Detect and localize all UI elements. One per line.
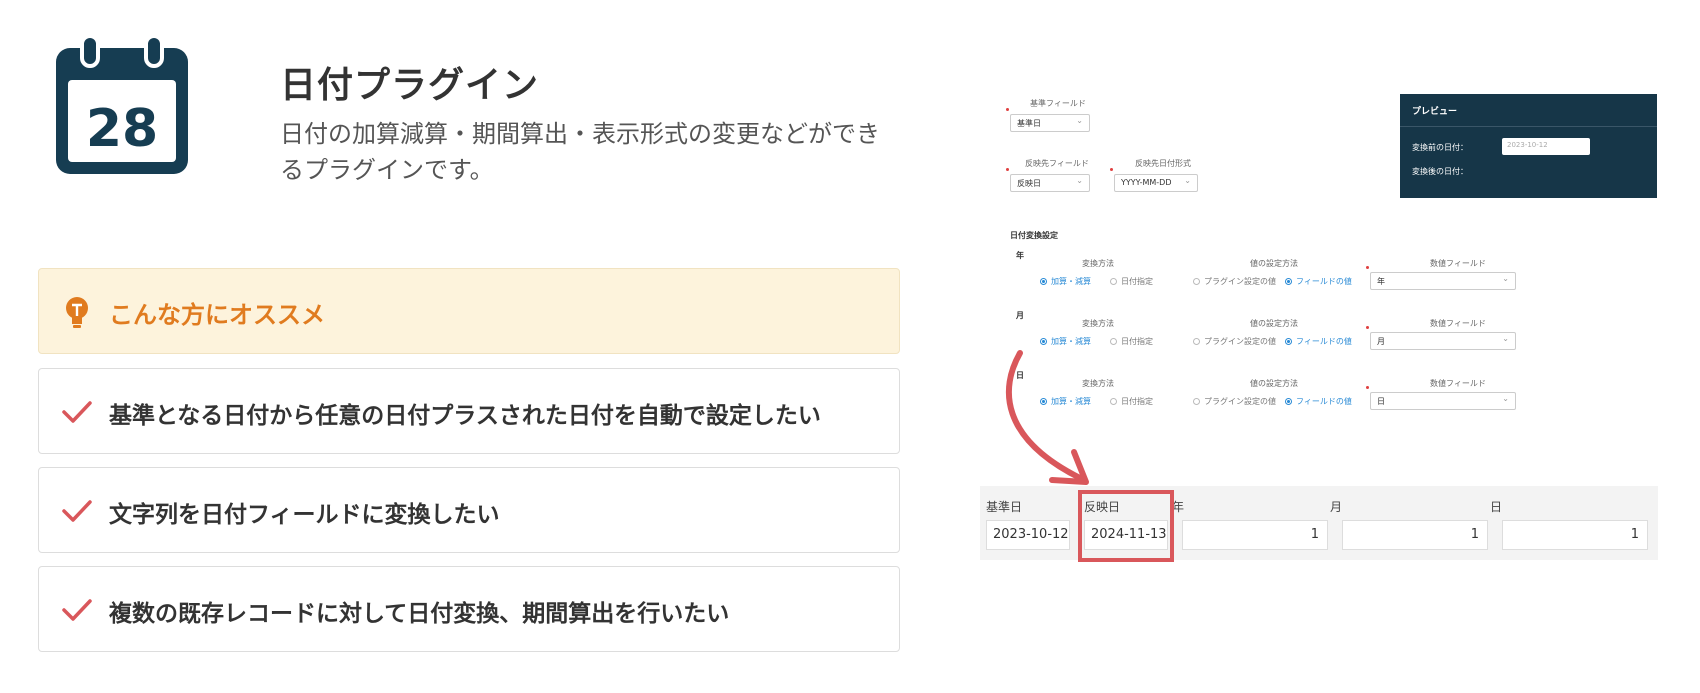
preview-before-input[interactable]: 2023-10-12 [1502, 138, 1590, 155]
recommend-header: こんな方にオススメ [38, 268, 900, 354]
format-select[interactable]: YYYY-MM-DD [1114, 174, 1198, 192]
list-item: 基準となる日付から任意の日付プラスされた日付を自動で設定したい [38, 368, 900, 454]
num-field-select[interactable]: 年 [1370, 272, 1516, 290]
value-method-label: 値の設定方法 [1250, 319, 1298, 328]
page-title: 日付プラグイン [280, 65, 540, 106]
base-field-select[interactable]: 基準日 [1010, 114, 1090, 132]
method-label: 変換方法 [1082, 319, 1114, 328]
num-field-select[interactable]: 日 [1370, 392, 1516, 410]
calendar-icon: 28 [56, 34, 188, 174]
num-field-label: 数値フィールド [1430, 259, 1486, 268]
radio-date-specify[interactable]: 日付指定 [1110, 336, 1153, 347]
preview-before-label: 変換前の日付： [1412, 143, 1468, 152]
preview-panel: プレビュー 変換前の日付： 2023-10-12 変換後の日付： [1400, 94, 1657, 198]
row-unit: 月 [1016, 311, 1024, 320]
column-header: 月 [1330, 500, 1343, 514]
radio-plugin-value[interactable]: プラグイン設定の値 [1193, 276, 1276, 287]
target-field-select[interactable]: 反映日 [1010, 174, 1090, 192]
month-field[interactable]: 1 [1342, 520, 1488, 550]
radio-plugin-value[interactable]: プラグイン設定の値 [1193, 396, 1276, 407]
section-title: 日付変換設定 [1010, 231, 1058, 240]
radio-field-value[interactable]: フィールドの値 [1285, 336, 1352, 347]
highlight-box [1078, 490, 1174, 562]
row-unit: 年 [1016, 251, 1024, 260]
preview-after-label: 変換後の日付： [1412, 167, 1468, 176]
arrow-icon [1005, 350, 1089, 485]
recommend-item-text: 基準となる日付から任意の日付プラスされた日付を自動で設定したい [109, 403, 821, 429]
value-method-label: 値の設定方法 [1250, 379, 1298, 388]
num-field-select[interactable]: 月 [1370, 332, 1516, 350]
base-field-label: 基準フィールド [1030, 99, 1086, 108]
lightbulb-icon [66, 297, 88, 328]
radio-add-subtract[interactable]: 加算・減算 [1040, 276, 1091, 287]
value-method-label: 値の設定方法 [1250, 259, 1298, 268]
radio-field-value[interactable]: フィールドの値 [1285, 276, 1352, 287]
recommend-item-text: 文字列を日付フィールドに変換したい [109, 502, 500, 528]
num-field-label: 数値フィールド [1430, 319, 1486, 328]
year-field[interactable]: 1 [1182, 520, 1328, 550]
preview-title: プレビュー [1412, 107, 1458, 117]
base-date-field[interactable]: 2023-10-12 [986, 520, 1070, 550]
format-label: 反映先日付形式 [1135, 159, 1191, 168]
num-field-label: 数値フィールド [1430, 379, 1486, 388]
list-item: 複数の既存レコードに対して日付変換、期間算出を行いたい [38, 566, 900, 652]
recommend-item-text: 複数の既存レコードに対して日付変換、期間算出を行いたい [109, 601, 730, 627]
column-header: 日 [1490, 500, 1503, 514]
check-icon [62, 500, 92, 522]
radio-date-specify[interactable]: 日付指定 [1110, 276, 1153, 287]
list-item: 文字列を日付フィールドに変換したい [38, 467, 900, 553]
plugin-screenshot: 基準フィールド 基準日 反映先フィールド 反映日 反映先日付形式 YYYY-MM… [980, 88, 1658, 584]
recommend-title: こんな方にオススメ [109, 301, 325, 329]
radio-date-specify[interactable]: 日付指定 [1110, 396, 1153, 407]
method-label: 変換方法 [1082, 259, 1114, 268]
radio-add-subtract[interactable]: 加算・減算 [1040, 336, 1091, 347]
radio-plugin-value[interactable]: プラグイン設定の値 [1193, 336, 1276, 347]
target-field-label: 反映先フィールド [1025, 159, 1089, 168]
check-icon [62, 401, 92, 423]
svg-text:28: 28 [86, 99, 158, 159]
check-icon [62, 599, 92, 621]
day-field[interactable]: 1 [1502, 520, 1648, 550]
radio-field-value[interactable]: フィールドの値 [1285, 396, 1352, 407]
column-header: 基準日 [986, 500, 1023, 514]
page-description: 日付の加算減算・期間算出・表示形式の変更などができるプラグインです。 [280, 120, 880, 184]
